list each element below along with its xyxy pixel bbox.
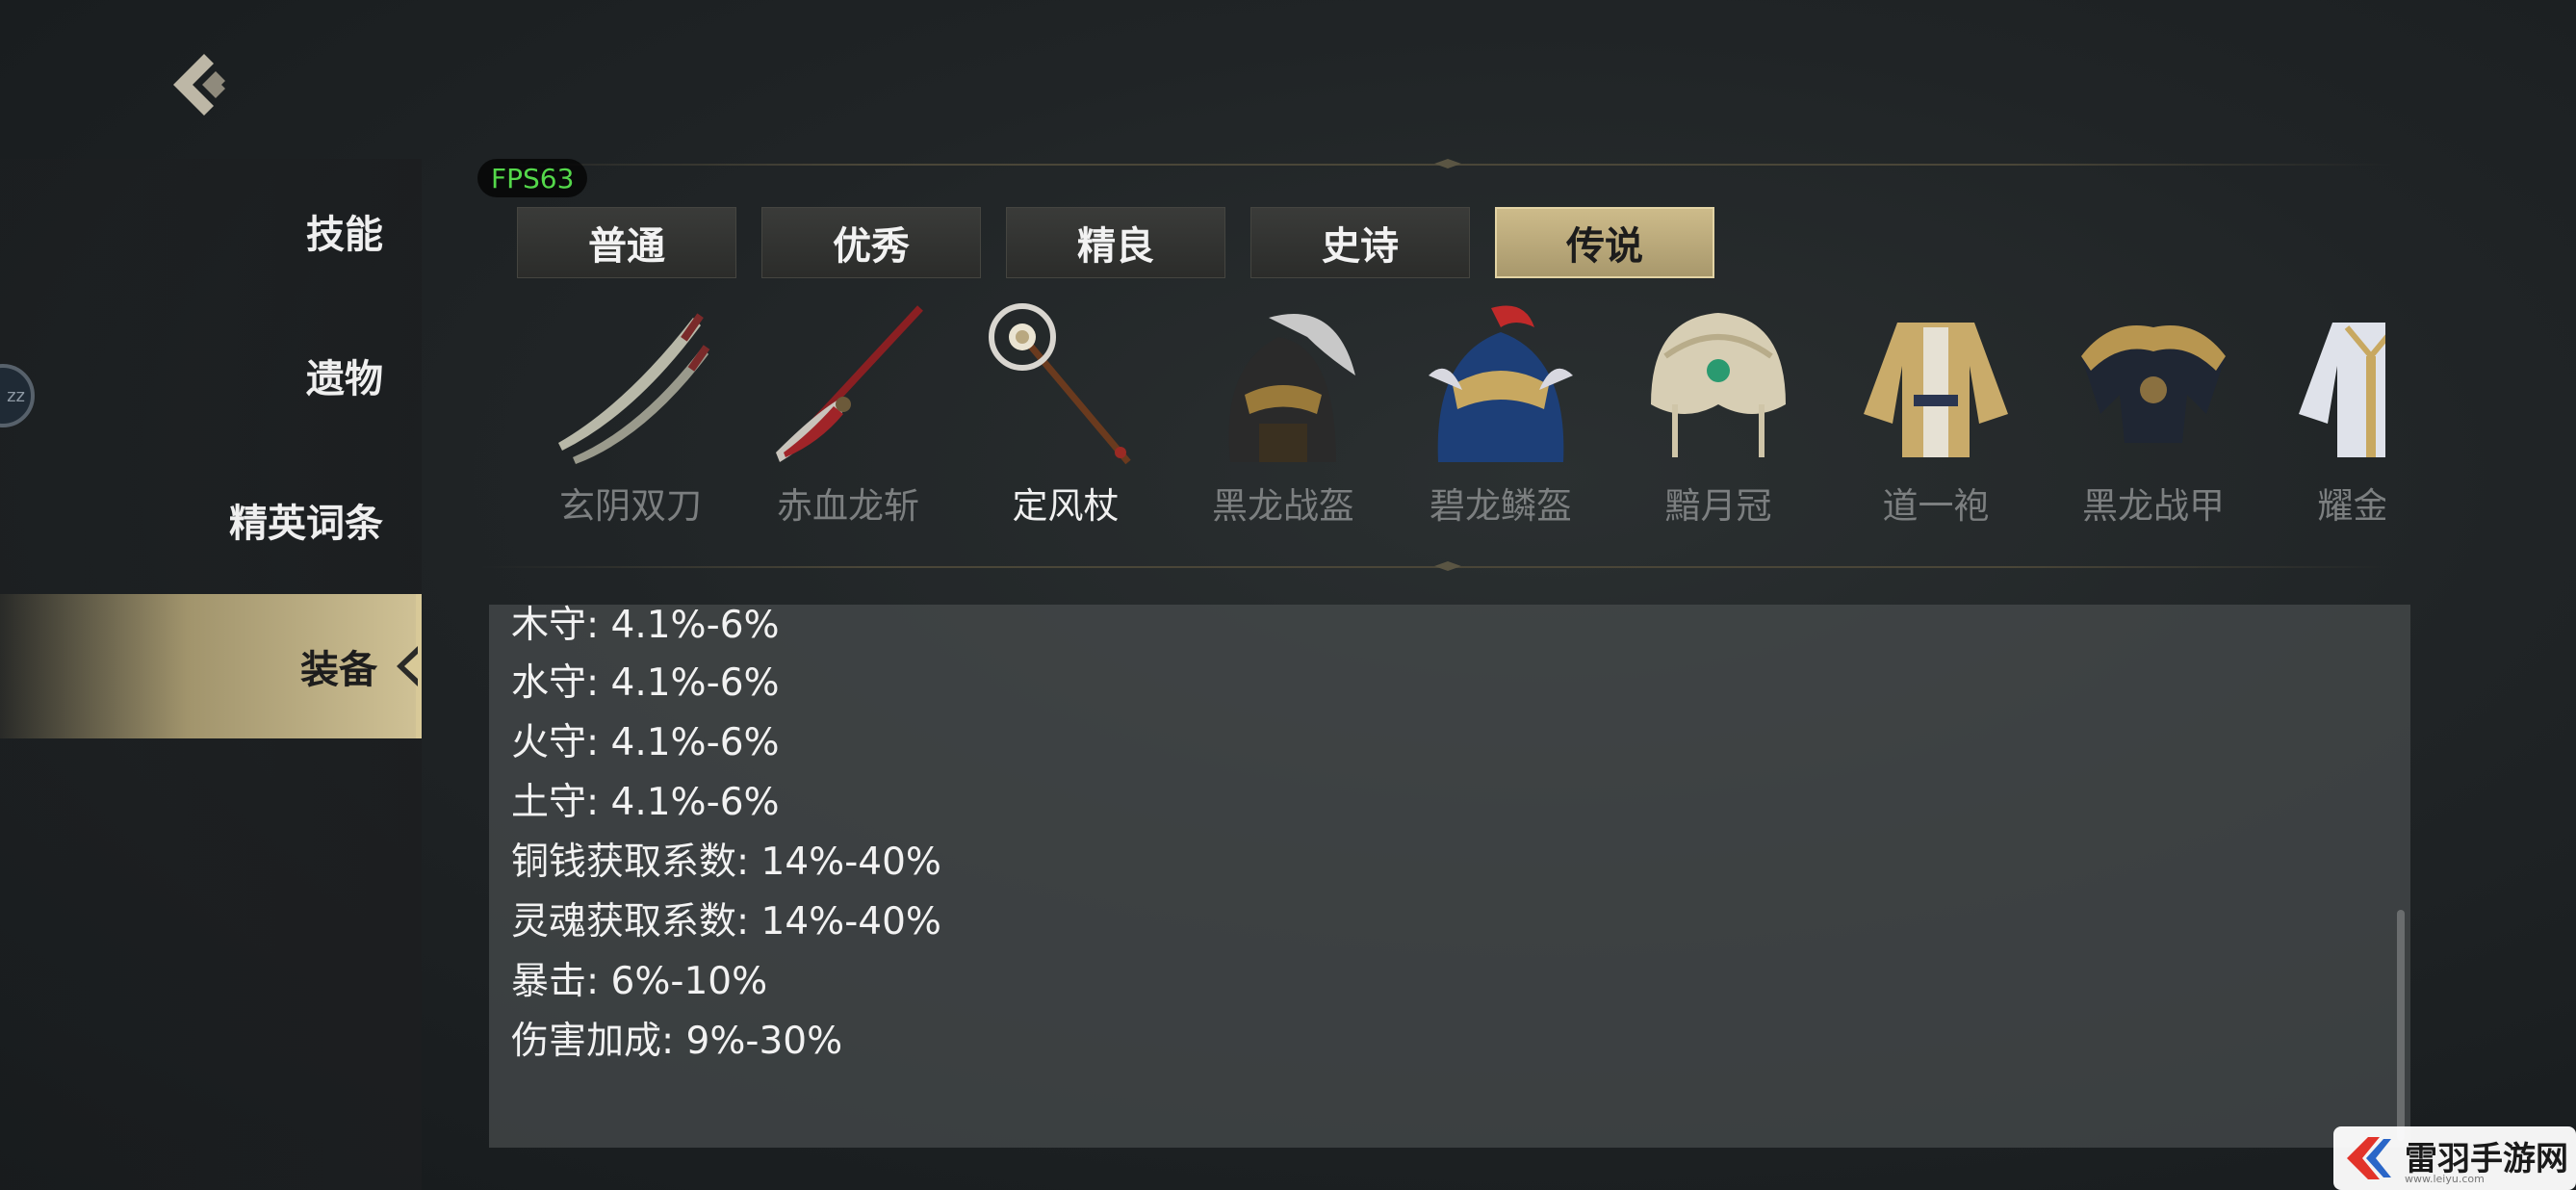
equipment-item-label: 黑龙战甲 [2082,485,2225,527]
fps-counter: FPS63 [477,159,588,197]
sidebar-item-equipment[interactable]: 装备 [0,594,422,738]
stat-line: 暴击: 6%-10% [511,960,768,1003]
equipment-item[interactable]: 黯月冠 [1617,294,1819,534]
gold-robe-icon [2299,323,2385,457]
crown-icon [1651,313,1786,457]
tab-common[interactable]: 普通 [517,207,736,278]
red-glaive-icon [776,305,923,462]
equipment-item[interactable]: 道一袍 [1835,294,2037,534]
equipment-item-label: 玄阴双刀 [559,485,702,527]
sidebar-item-elite-affixes[interactable]: 精英词条 [0,448,422,592]
equipment-item-label: 黯月冠 [1664,485,1772,527]
staff-icon [989,303,1131,465]
stat-line: 伤害加成: 9%-30% [511,1020,843,1063]
equipment-item[interactable]: 定风杖 [965,294,1167,534]
tab-legendary[interactable]: 传说 [1495,207,1714,278]
equipment-item[interactable]: 耀金羽 [2270,294,2385,534]
stat-line: 木守: 4.1%-6% [511,605,780,647]
sidebar-item-label: 技能 [306,213,383,257]
equipment-item-label: 黑龙战盔 [1212,485,1354,527]
stat-line: 土守: 4.1%-6% [511,781,780,824]
twin-blade-icon [558,313,710,464]
stat-line: 铜钱获取系数: 14%-40% [511,841,941,884]
watermark-logo-icon [2347,1137,2391,1179]
tab-excellent[interactable]: 优秀 [761,207,981,278]
stats-scrollbar[interactable] [2397,910,2405,1141]
equipment-item[interactable]: 黑龙战盔 [1182,294,1384,534]
black-helmet-icon [1228,314,1355,462]
stat-line: 灵魂获取系数: 14%-40% [511,900,941,944]
equipment-list: 玄阴双刀 赤血龙斩 定风杖 黑龙战盔 碧龙鳞盔 黯月冠 道一袍 黑龙战甲 耀金 [520,294,2385,534]
stat-line: 火守: 4.1%-6% [511,721,780,764]
equipment-item-label: 定风杖 [1012,485,1120,527]
sidebar-item-label: 遗物 [306,357,383,401]
equipment-item[interactable]: 碧龙鳞盔 [1400,294,1602,534]
equipment-item-label: 耀金羽 [2317,485,2386,527]
divider-ornament-icon [1434,561,1461,571]
sidebar-item-skills[interactable]: 技能 [0,159,422,303]
stat-line: 水守: 4.1%-6% [511,661,780,705]
tab-epic[interactable]: 史诗 [1250,207,1470,278]
back-button[interactable] [166,46,243,123]
equipment-item-label: 碧龙鳞盔 [1430,485,1572,527]
black-armor-icon [2081,325,2226,443]
sidebar-item-relics[interactable]: 遗物 [0,303,422,448]
equipment-stats-panel[interactable]: 木守: 4.1%-6% 水守: 4.1%-6% 火守: 4.1%-6% 土守: … [489,605,2410,1148]
divider-ornament-icon [1434,159,1461,168]
back-arrow-icon [173,54,225,116]
equipment-item-label: 赤血龙斩 [777,485,919,527]
sidebar-item-label: 精英词条 [229,502,383,546]
tab-fine[interactable]: 精良 [1006,207,1225,278]
equipment-item[interactable]: 赤血龙斩 [747,294,949,534]
equipment-item-label: 道一袍 [1882,485,1990,527]
blue-helmet-icon [1429,305,1573,462]
selected-indicator-icon [397,646,418,686]
equipment-item[interactable]: 玄阴双刀 [529,294,732,534]
watermark-logo: 雷羽手游网 www.leiyu.com [2333,1126,2576,1190]
sidebar-item-label: 装备 [300,648,377,692]
robe-icon [1864,323,2008,457]
category-sidebar: 技能 遗物 精英词条 装备 [0,159,422,1190]
equipment-item[interactable]: 黑龙战甲 [2052,294,2254,534]
